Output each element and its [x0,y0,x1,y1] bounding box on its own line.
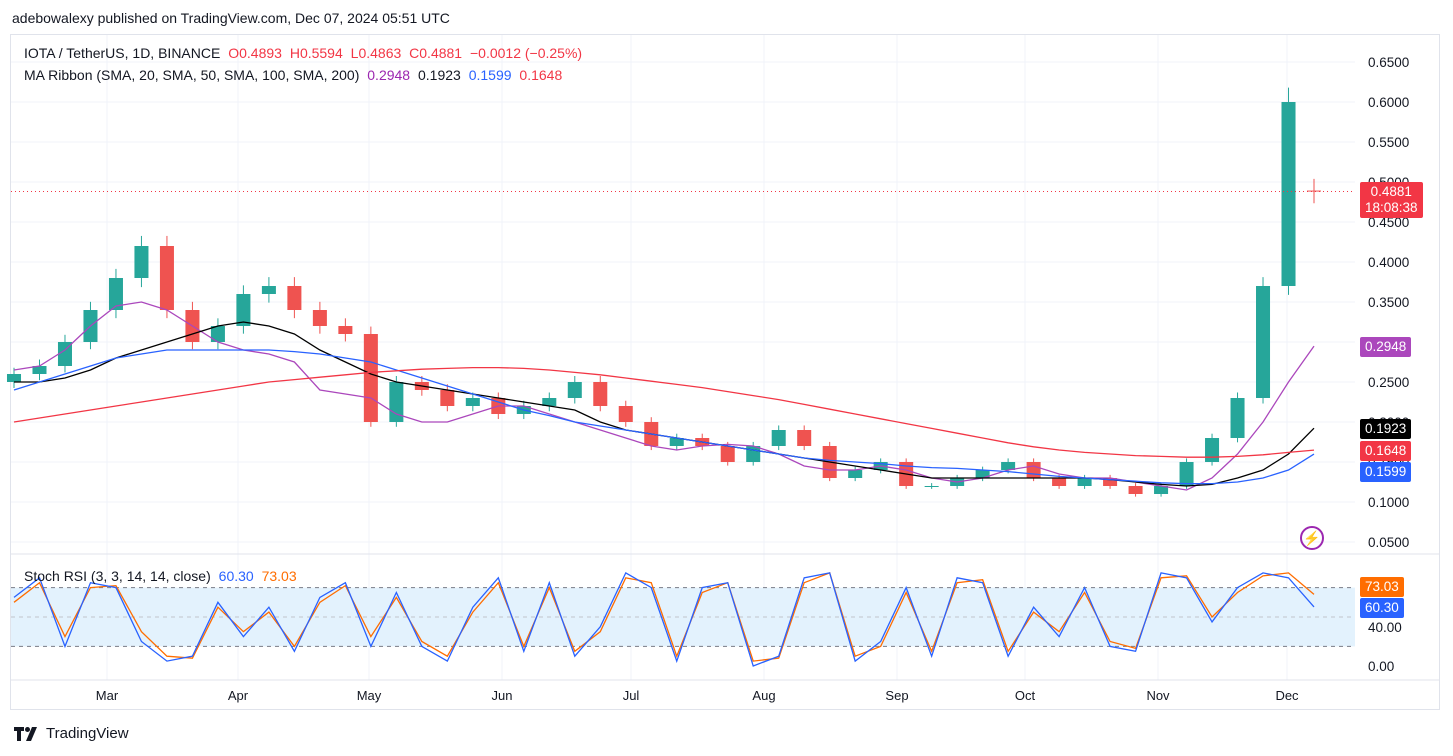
candle-body [287,286,302,310]
candle-body [6,374,22,382]
y-tick-label: 0.2500 [1368,375,1409,390]
candle-body [746,446,761,462]
change-value: −0.0012 (−0.25%) [469,45,583,61]
ma-ribbon-label: MA Ribbon (SMA, 20, SMA, 50, SMA, 100, S… [24,67,360,83]
y-tick-label: 0.6500 [1368,55,1409,70]
candle-body [312,310,327,326]
x-tick-label: Aug [752,688,775,703]
ma20-value: 0.2948 [367,67,411,83]
candle-body [1052,478,1067,486]
candle-body [1306,190,1322,192]
high-value: H0.5594 [289,45,343,61]
rsi-tick-label: 40.00 [1368,620,1402,635]
candle-body [924,486,939,487]
candle-body [363,334,378,422]
chart-canvas[interactable]: Mar Apr May Jun Jul Aug Sep Oct Nov Dec 0.6500 0.60… [0,0,1453,756]
bar-countdown: 18:08:38 [1365,200,1418,215]
ma-legend: MA Ribbon (SMA, 20, SMA, 50, SMA, 100, S… [24,67,566,83]
stoch-d-tag: 73.03 [1360,577,1404,597]
open-value: O0.4893 [228,45,282,61]
x-tick-label: Mar [96,688,119,703]
ma50-tag: 0.1923 [1360,419,1412,439]
candle-body [1230,398,1245,438]
candle-body [261,286,276,294]
candle-body [1077,478,1092,486]
last-price-value: 0.4881 [1370,184,1412,199]
x-tick-label: Oct [1015,688,1036,703]
ma100-value: 0.1599 [468,67,512,83]
price-legend: IOTA / TetherUS, 1D, BINANCE O0.4893 H0.… [24,45,586,61]
ma200-line [13,366,1315,458]
ma100-line [13,349,1315,485]
candle-body [1281,102,1296,286]
stoch-rsi-legend: Stoch RSI (3, 3, 14, 14, close) 60.30 73… [24,568,301,584]
candle-body [1205,438,1220,462]
candle-body [567,382,582,398]
brand-label: TradingView [46,725,129,742]
x-tick-label: Nov [1146,688,1170,703]
y-tick-label: 0.4000 [1368,255,1409,270]
stoch-k-value: 60.30 [218,568,254,584]
x-tick-label: Dec [1275,688,1299,703]
y-tick-label: 0.1000 [1368,495,1409,510]
candle-body [593,382,608,406]
candle-body [1128,486,1143,494]
candle-body [848,470,863,478]
stoch-d-value: 73.03 [261,568,297,584]
candle-body [1026,462,1041,478]
ma20-tag: 0.2948 [1360,337,1412,357]
x-tick-label: May [357,688,382,703]
x-tick-label: Apr [228,688,249,703]
y-tick-label: 0.0500 [1368,535,1409,550]
y-tick-label: 0.6000 [1368,95,1409,110]
lightning-icon[interactable]: ⚡ [1300,526,1324,550]
ma50-value: 0.1923 [417,67,461,83]
tradingview-logo-icon [14,726,37,741]
symbol-label: IOTA / TetherUS, 1D, BINANCE [24,45,221,61]
candle-body [1256,286,1271,398]
candle-body [618,406,633,422]
x-tick-label: Jun [492,688,513,703]
ma50-line [14,321,1315,487]
x-tick-label: Jul [623,688,640,703]
close-value: C0.4881 [409,45,463,61]
candle-body [771,430,786,446]
y-tick-label: 0.3500 [1368,295,1409,310]
candle-body [236,294,251,326]
x-tick-label: Sep [885,688,908,703]
candle-body [797,430,812,446]
candle-body [1179,462,1194,486]
ma200-value: 0.1648 [519,67,563,83]
candle-body [465,398,480,406]
ma100-tag: 0.1599 [1360,462,1412,482]
candle-body [440,390,455,406]
rsi-tick-label: 0.00 [1368,659,1394,674]
last-price-tag: 0.4881 18:08:38 [1360,182,1423,218]
stoch-rsi-label: Stoch RSI (3, 3, 14, 14, close) [24,568,211,584]
candle-body [159,246,174,310]
low-value: L0.4863 [350,45,402,61]
candle-body [720,446,735,462]
y-tick-label: 0.5500 [1368,135,1409,150]
ma200-tag: 0.1648 [1360,441,1412,461]
candle-body [338,326,353,334]
tradingview-logo[interactable]: TradingView [14,725,129,742]
stoch-k-tag: 60.30 [1360,598,1404,618]
candle-body [134,246,149,278]
